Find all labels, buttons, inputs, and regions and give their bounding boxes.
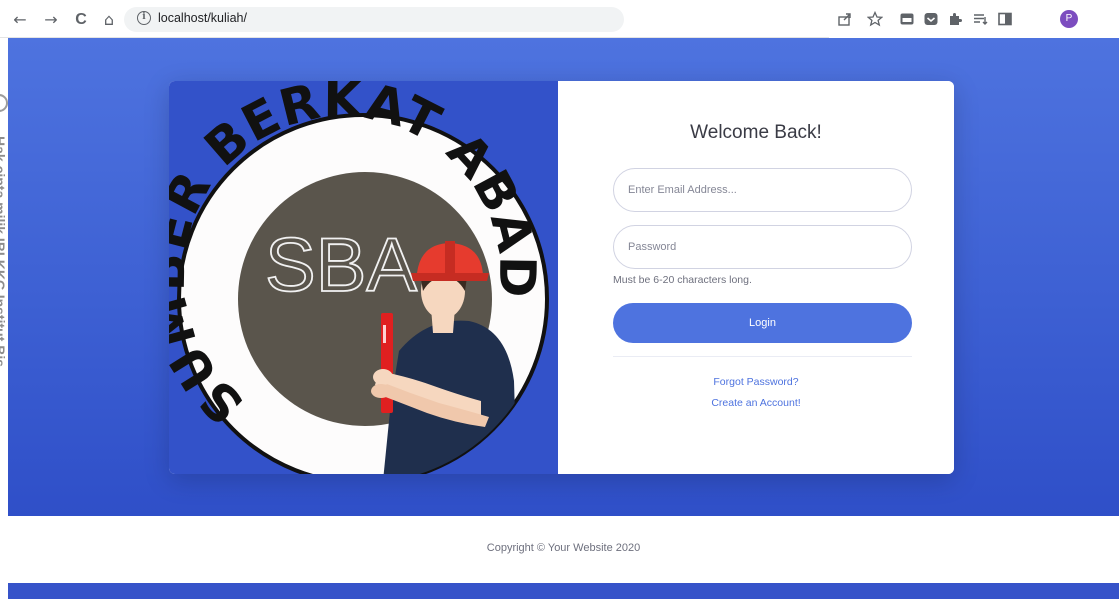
extension-icon[interactable] <box>899 11 915 27</box>
pocket-icon[interactable] <box>923 11 939 27</box>
reload-icon[interactable]: C <box>71 10 91 30</box>
form-divider <box>613 356 912 357</box>
puzzle-icon[interactable] <box>947 11 963 27</box>
side-panel-icon[interactable] <box>997 11 1013 27</box>
info-icon[interactable]: i <box>137 11 151 25</box>
browser-toolbar: ← → C ⌂ i localhost/kuliah/ P <box>0 0 1119 38</box>
reading-list-icon[interactable] <box>972 11 988 27</box>
watermark-text: Hak cipta milik IBI KKG Institut Bis <box>0 136 8 368</box>
url-text[interactable]: localhost/kuliah/ <box>158 11 247 25</box>
address-bar[interactable]: i localhost/kuliah/ <box>124 7 624 32</box>
bottom-band <box>8 583 1119 599</box>
password-hint: Must be 6-20 characters long. <box>613 274 752 286</box>
password-field[interactable] <box>613 225 912 269</box>
profile-avatar[interactable]: P <box>1060 10 1078 28</box>
logo-panel: SUMBER BERKAT ABADI SBA <box>169 81 558 474</box>
login-button[interactable]: Login <box>613 303 912 343</box>
share-icon[interactable] <box>837 11 853 27</box>
page: ← → C ⌂ i localhost/kuliah/ P Hak cipta … <box>0 0 1119 599</box>
create-account-link[interactable]: Create an Account! <box>558 397 954 409</box>
logo-monogram: SBA <box>265 223 417 308</box>
welcome-title: Welcome Back! <box>690 122 822 143</box>
page-background: SUMBER BERKAT ABADI SBA <box>8 38 1119 516</box>
forward-arrow-icon[interactable]: → <box>41 10 61 30</box>
edge-watermark: Hak cipta milik IBI KKG Institut Bis <box>0 38 8 599</box>
home-icon[interactable]: ⌂ <box>99 10 119 30</box>
copyright-text: Copyright © Your Website 2020 <box>486 542 641 554</box>
copyright-circle-icon <box>0 94 8 112</box>
back-arrow-icon[interactable]: ← <box>10 10 30 30</box>
login-card: SUMBER BERKAT ABADI SBA <box>169 81 954 474</box>
company-logo: SUMBER BERKAT ABADI SBA <box>169 81 549 474</box>
forgot-password-link[interactable]: Forgot Password? <box>558 376 954 388</box>
star-icon[interactable] <box>867 11 883 27</box>
email-field[interactable] <box>613 168 912 212</box>
footer: Copyright © Your Website 2020 <box>8 516 1119 583</box>
login-panel: Welcome Back! Must be 6-20 characters lo… <box>558 81 954 474</box>
